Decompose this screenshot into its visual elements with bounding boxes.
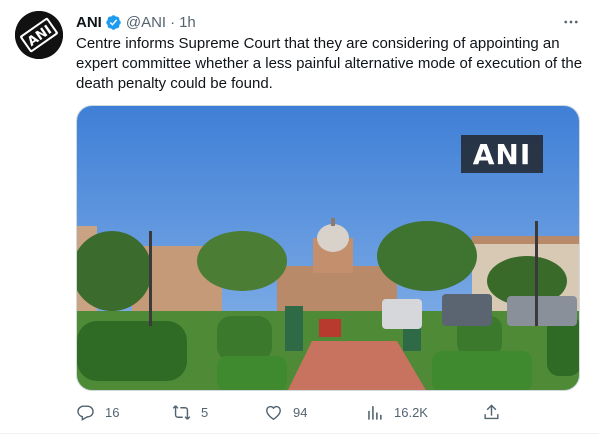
tweet-timestamp[interactable]: 1h	[179, 14, 196, 31]
share-icon	[484, 403, 499, 419]
like-button[interactable]: 94	[264, 400, 307, 424]
media-watermark: ANI	[461, 135, 543, 173]
like-icon	[266, 405, 281, 420]
views-button[interactable]: 16.2K	[365, 400, 428, 424]
author-handle[interactable]: @ANI	[126, 14, 166, 31]
author-name[interactable]: ANI	[76, 14, 102, 31]
views-count: 16.2K	[394, 404, 428, 420]
reply-count: 16	[105, 404, 120, 420]
views-icon	[368, 405, 382, 420]
reply-button[interactable]: 16	[76, 400, 119, 424]
retweet-icon	[172, 404, 191, 420]
separator-dot: ·	[170, 13, 176, 31]
retweet-count: 5	[201, 404, 209, 420]
more-icon	[564, 20, 578, 24]
tweet-header: ANI @ANI · 1h	[76, 12, 196, 32]
share-button[interactable]	[482, 400, 501, 424]
action-bar: 16 5 94 16.2K	[76, 400, 506, 424]
more-button[interactable]	[560, 11, 582, 33]
retweet-button[interactable]: 5	[172, 400, 208, 424]
verified-badge-icon	[106, 14, 121, 30]
tweet-text: Centre informs Supreme Court that they a…	[76, 35, 583, 92]
tweet[interactable]: ANI ANI @ANI · 1h Centre informs Supreme…	[0, 0, 599, 434]
avatar[interactable]: ANI	[15, 11, 63, 59]
ani-logo: ANI	[15, 11, 63, 59]
like-count: 94	[293, 404, 308, 420]
reply-icon	[77, 404, 94, 421]
